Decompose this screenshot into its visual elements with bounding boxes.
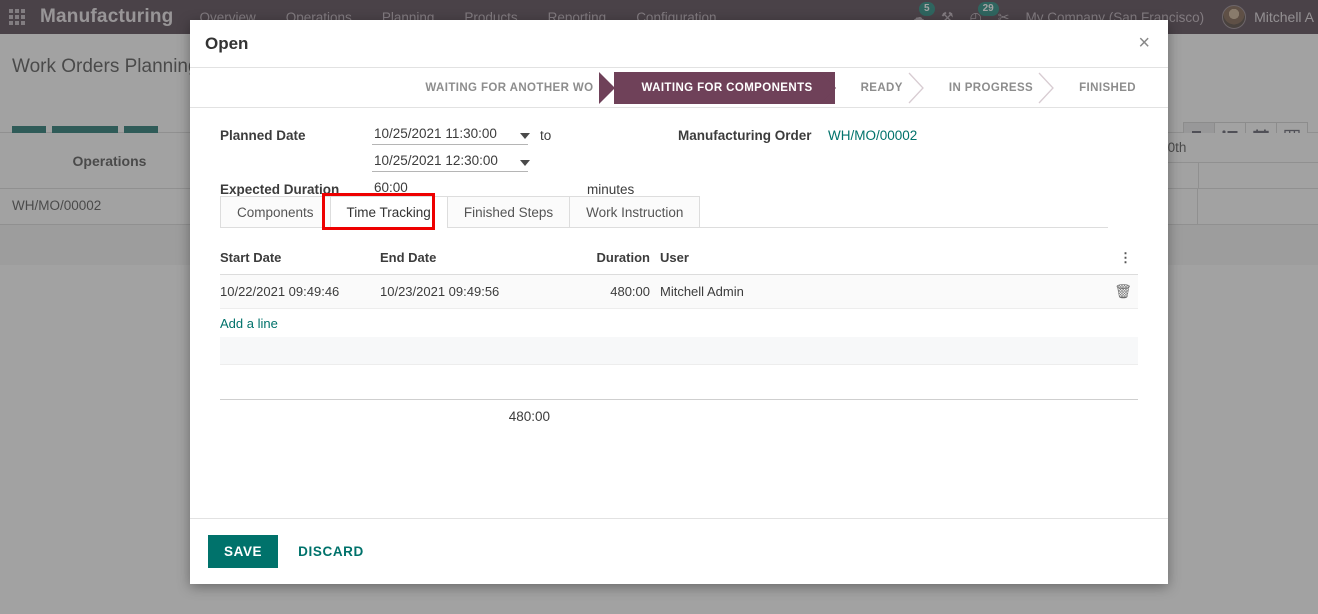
table-header-row: Start Date End Date Duration User ⋮ (220, 246, 1138, 275)
column-header-start-date[interactable]: Start Date (220, 246, 380, 275)
manufacturing-order-link[interactable]: WH/MO/00002 (828, 128, 917, 143)
cell-end-date[interactable]: 10/23/2021 09:49:56 (380, 275, 550, 309)
date-range-to-label: to (540, 128, 551, 143)
tab-time-tracking[interactable]: Time Tracking (330, 196, 448, 228)
chevron-separator-icon (1038, 72, 1054, 104)
chevron-down-icon[interactable] (520, 160, 530, 166)
column-header-user[interactable]: User (660, 246, 1104, 275)
planned-date-label: Planned Date (220, 128, 306, 143)
status-steps: WAITING FOR ANOTHER WO WAITING FOR COMPO… (411, 72, 1156, 104)
status-step-label: WAITING FOR COMPONENTS (642, 82, 813, 94)
open-work-order-dialog: Open × WAITING FOR ANOTHER WO WAITING FO… (190, 20, 1168, 584)
chevron-separator-icon (599, 72, 615, 104)
dialog-title: Open (205, 34, 248, 54)
column-header-duration[interactable]: Duration (550, 246, 660, 275)
status-step-finished[interactable]: FINISHED (1053, 72, 1156, 104)
time-tracking-panel: Start Date End Date Duration User ⋮ 10/2… (190, 228, 1168, 518)
chevron-separator-icon (820, 72, 836, 104)
save-button[interactable]: SAVE (208, 535, 278, 568)
status-step-label: WAITING FOR ANOTHER WO (425, 82, 593, 94)
dialog-header: Open × (190, 20, 1168, 68)
expected-duration-label: Expected Duration (220, 182, 339, 197)
status-step-label: IN PROGRESS (949, 82, 1033, 94)
planned-date-from-input[interactable] (372, 126, 528, 145)
column-header-end-date[interactable]: End Date (380, 246, 550, 275)
totals-row: 480:00 (220, 399, 1138, 424)
work-order-form: Planned Date to Expected Duration minute… (190, 108, 1168, 196)
status-bar: WAITING FOR ANOTHER WO WAITING FOR COMPO… (190, 68, 1168, 108)
empty-placeholder-row (220, 337, 1138, 365)
close-icon[interactable]: × (1132, 31, 1156, 55)
minutes-unit-label: minutes (587, 182, 634, 197)
time-tracking-table: Start Date End Date Duration User ⋮ 10/2… (220, 246, 1138, 309)
table-row[interactable]: 10/22/2021 09:49:46 10/23/2021 09:49:56 … (220, 275, 1138, 309)
notebook-tabs-wrapper: Components Time Tracking Finished Steps … (220, 196, 1168, 228)
notebook-tabs: Components Time Tracking Finished Steps … (220, 196, 1108, 228)
cell-duration[interactable]: 480:00 (550, 275, 660, 309)
chevron-down-icon[interactable] (520, 133, 530, 139)
chevron-separator-icon (908, 72, 924, 104)
add-a-line-button[interactable]: Add a line (220, 309, 278, 331)
trash-icon[interactable]: 🗑 (1104, 275, 1138, 309)
status-step-waiting-for-another-wo[interactable]: WAITING FOR ANOTHER WO (411, 72, 613, 104)
column-options-icon[interactable]: ⋮ (1104, 246, 1138, 275)
dialog-footer: SAVE DISCARD (190, 518, 1168, 584)
cell-start-date[interactable]: 10/22/2021 09:49:46 (220, 275, 380, 309)
status-step-in-progress[interactable]: IN PROGRESS (923, 72, 1053, 104)
status-step-label: FINISHED (1079, 82, 1136, 94)
status-step-ready[interactable]: READY (835, 72, 923, 104)
discard-button[interactable]: DISCARD (292, 543, 370, 560)
status-step-label: READY (861, 82, 903, 94)
planned-date-to-input[interactable] (372, 153, 528, 172)
tab-finished-steps[interactable]: Finished Steps (447, 196, 570, 227)
total-duration-value: 480:00 (220, 409, 560, 424)
manufacturing-order-label: Manufacturing Order (678, 128, 812, 143)
tab-work-instruction[interactable]: Work Instruction (569, 196, 700, 227)
cell-user[interactable]: Mitchell Admin (660, 275, 1104, 309)
status-step-waiting-for-components[interactable]: WAITING FOR COMPONENTS (614, 72, 835, 104)
tab-components[interactable]: Components (220, 196, 331, 227)
